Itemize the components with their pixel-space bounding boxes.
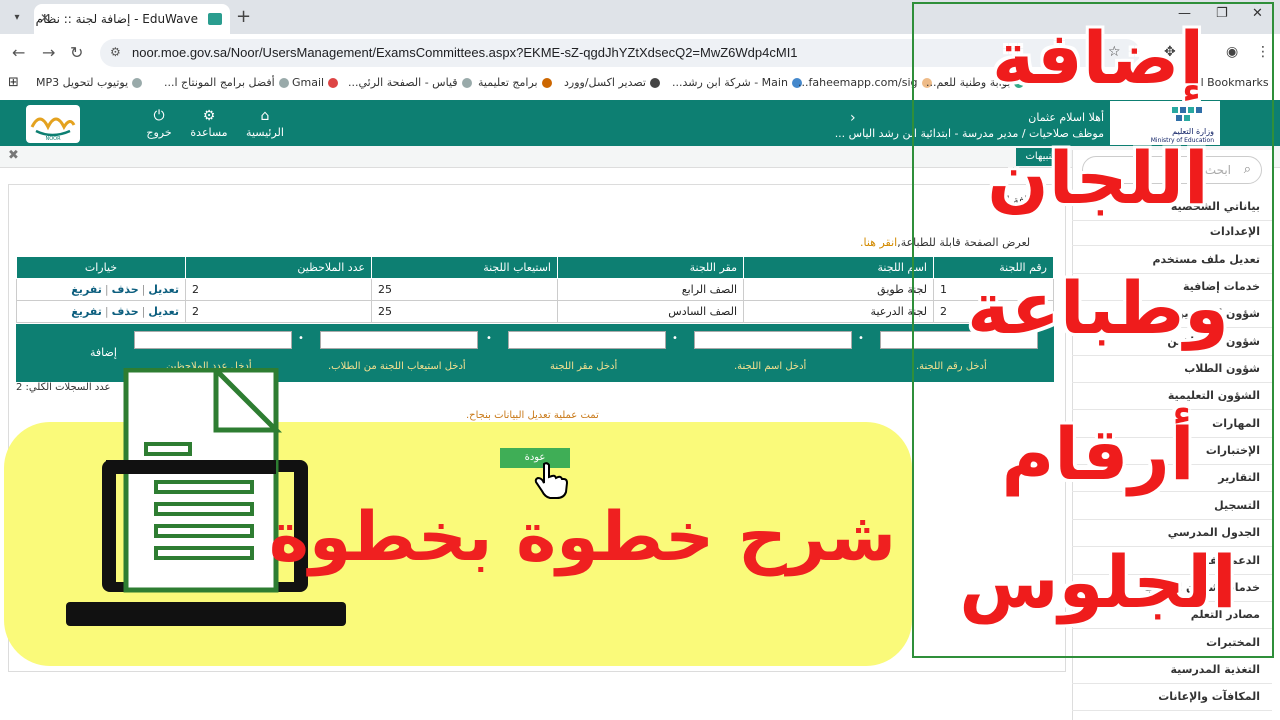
add-button[interactable]: إضافة: [90, 346, 117, 359]
table-row: 1 لجنة طويق الصف الرابع 25 2 تعديل|حذف|ت…: [16, 278, 1054, 301]
nav-logout[interactable]: ⏻ خروج: [134, 108, 184, 139]
nav-home[interactable]: ⌂ الرئيسية: [240, 108, 290, 139]
cell-observers: 2: [185, 300, 372, 323]
bookmark-item[interactable]: برامج تعليمية: [478, 76, 552, 89]
overlay-title-line: وطباعة: [967, 266, 1229, 350]
noor-logo-icon: NOOR: [26, 105, 80, 143]
required-marker: •: [298, 333, 304, 344]
reload-icon[interactable]: ↻: [70, 43, 83, 62]
cell-observers: 2: [185, 278, 372, 301]
hint-capacity: أدخل استيعاب اللجنة من الطلاب.: [328, 361, 466, 372]
committee-location-input[interactable]: [508, 331, 666, 349]
close-icon[interactable]: ✖: [8, 148, 19, 163]
committee-name-input[interactable]: [694, 331, 852, 349]
overlay-subtitle: شرح خطوة بخطوة: [268, 498, 896, 577]
hand-cursor-icon: [534, 462, 569, 499]
col-header: خيارات: [16, 256, 186, 279]
tab-list-dropdown-icon[interactable]: ▾: [6, 8, 28, 28]
success-message: تمت عملية تعديل البيانات بنجاح.: [466, 410, 599, 421]
cell-location: الصف الرابع: [557, 278, 744, 301]
cell-name: لجنة الدرعية: [743, 300, 934, 323]
empty-link[interactable]: تفريغ: [71, 283, 102, 296]
power-icon: ⏻: [153, 108, 165, 124]
noor-logo-text: NOOR: [45, 136, 61, 142]
hint-location: أدخل مقر اللجنة: [550, 361, 618, 372]
cell-name: لجنة طويق: [743, 278, 934, 301]
edit-link[interactable]: تعديل: [148, 305, 179, 318]
apps-grid-icon[interactable]: ⊞: [8, 75, 19, 90]
required-marker: •: [672, 333, 678, 344]
site-info-icon[interactable]: ⚙: [110, 45, 121, 59]
empty-link[interactable]: تفريغ: [71, 305, 102, 318]
cell-location: الصف السادس: [557, 300, 744, 323]
tab-close-icon[interactable]: ✕: [40, 11, 50, 25]
bookmark-item[interactable]: Main - شركة ابن رشد...: [672, 76, 802, 89]
col-header: استيعاب اللجنة: [371, 256, 558, 279]
bookmark-item[interactable]: أفضل برامج المونتاج ا...: [164, 76, 289, 89]
row-actions: تعديل|حذف|تفريغ: [16, 278, 186, 301]
sidebar-item[interactable]: التغذية المدرسية: [1072, 657, 1272, 684]
delete-link[interactable]: حذف: [112, 305, 139, 318]
table-row: 2 لجنة الدرعية الصف السادس 25 2 تعديل|حذ…: [16, 300, 1054, 323]
overlay-title-line: أرقام: [1001, 412, 1195, 496]
delete-link[interactable]: حذف: [112, 283, 139, 296]
committees-table: رقم اللجنة اسم اللجنة مقر اللجنة استيعاب…: [16, 256, 1054, 323]
observers-count-input[interactable]: [134, 331, 292, 349]
col-header: اسم اللجنة: [743, 256, 934, 279]
sidebar-item[interactable]: المكافآت والإعانات: [1072, 684, 1272, 711]
nav-help[interactable]: ⚙ مساعدة: [184, 108, 234, 139]
edit-link[interactable]: تعديل: [148, 283, 179, 296]
committee-capacity-input[interactable]: [320, 331, 478, 349]
overlay-title-line: إضافة: [991, 16, 1205, 100]
tab-favicon-icon: [208, 13, 222, 25]
overlay-title-line: الجلوس: [959, 540, 1237, 624]
hint-name: أدخل اسم اللجنة.: [734, 361, 807, 372]
cell-capacity: 25: [371, 300, 558, 323]
table-header-row: رقم اللجنة اسم اللجنة مقر اللجنة استيعاب…: [16, 256, 1054, 279]
back-icon[interactable]: ←: [12, 43, 25, 62]
bookmark-item[interactable]: يوتيوب لتحويل MP3: [36, 76, 143, 89]
tab-title: EduWave - إضافة لجنة :: نظام نور: [34, 12, 198, 26]
required-marker: •: [858, 333, 864, 344]
bookmark-item[interactable]: تصدير اكسل/وورد: [564, 76, 660, 89]
browser-tab-active[interactable]: EduWave - إضافة لجنة :: نظام نور ✕: [34, 4, 230, 34]
required-marker: •: [486, 333, 492, 344]
col-header: عدد الملاحظين: [185, 256, 372, 279]
row-actions: تعديل|حذف|تفريغ: [16, 300, 186, 323]
url-text: noor.moe.gov.sa/Noor/UsersManagement/Exa…: [132, 45, 798, 60]
col-header: مقر اللجنة: [557, 256, 744, 279]
cell-capacity: 25: [371, 278, 558, 301]
print-link[interactable]: انقر هنا.: [860, 236, 897, 249]
bookmark-item[interactable]: قياس - الصفحة الرئي...: [348, 76, 472, 89]
home-icon: ⌂: [260, 108, 270, 124]
gear-icon: ⚙: [202, 108, 216, 124]
new-tab-icon[interactable]: +: [236, 6, 251, 27]
overlay-title-line: اللجان: [987, 136, 1209, 220]
bookmark-item[interactable]: Gmail: [292, 76, 339, 89]
forward-icon[interactable]: →: [42, 43, 55, 62]
